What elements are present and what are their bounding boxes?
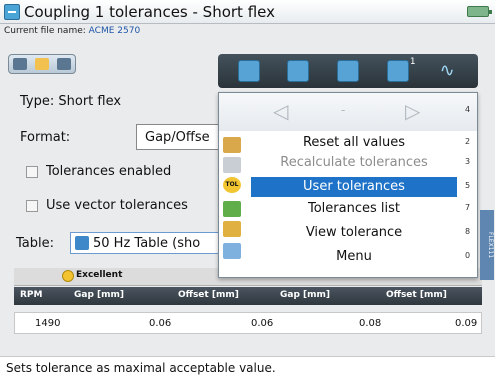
table-row[interactable]: 1490 0.06 0.06 0.08 0.09	[14, 312, 482, 334]
results-superscript: 1	[409, 57, 416, 67]
icon-toolbar[interactable]: 1 ∿	[218, 54, 478, 88]
tol-badge-icon: TOL	[223, 177, 241, 193]
view-icon-1[interactable]	[13, 58, 27, 70]
key-menu: 0	[465, 251, 471, 260]
battery-icon	[467, 6, 492, 17]
table-header: RPM Gap [mm] Offset [mm] Gap [mm] Offset…	[14, 287, 482, 305]
nav-key: 4	[465, 105, 471, 114]
key-list: 7	[465, 203, 471, 212]
col-header-offset-2: Offset [mm]	[386, 290, 447, 300]
menu-menu[interactable]: Menu	[251, 247, 457, 267]
key-user: 5	[465, 181, 471, 190]
menu-icon	[223, 243, 241, 259]
format-label: Format:	[20, 130, 71, 145]
table-select[interactable]: 50 Hz Table (sho	[70, 232, 220, 254]
context-menu[interactable]: ◁ - ▷ 4 Reset all values 2 Recalculate t…	[218, 92, 478, 278]
settings-icon[interactable]	[287, 60, 310, 82]
cell-rpm: 1490	[35, 318, 61, 329]
table-icon	[75, 236, 89, 250]
col-header-gap-1: Gap [mm]	[74, 290, 125, 300]
nav-right-icon[interactable]: ▷	[405, 99, 420, 123]
menu-user-tolerances[interactable]: User tolerances	[251, 177, 457, 197]
title-bar: Coupling 1 tolerances - Short flex	[0, 0, 495, 24]
reset-icon	[223, 137, 241, 153]
view-tolerance-icon	[223, 221, 241, 237]
col-header-offset-1: Offset [mm]	[178, 290, 239, 300]
results-icon[interactable]: 1	[386, 57, 416, 82]
menu-view-tolerance[interactable]: View tolerance	[251, 223, 457, 243]
nav-dash: -	[341, 103, 346, 117]
coupling-app-icon	[4, 3, 20, 20]
current-file: Current file name: ACME 2570	[4, 26, 140, 36]
menu-recalculate[interactable]: Recalculate tolerances	[251, 153, 457, 173]
status-bar: Sets tolerance as maximal acceptable val…	[0, 356, 495, 379]
cell-offset-2: 0.09	[455, 318, 478, 329]
nav-left-icon[interactable]: ◁	[273, 99, 288, 123]
smiley-icon	[62, 270, 74, 282]
cell-gap-2: 0.08	[359, 318, 382, 329]
tolerance-table: Excellent RPM Gap [mm] Offset [mm] Gap […	[14, 268, 482, 340]
view-icon-3[interactable]	[57, 58, 71, 70]
view-toolbar[interactable]	[8, 54, 76, 74]
cell-gap-1: 0.06	[149, 318, 172, 329]
window-title: Coupling 1 tolerances - Short flex	[24, 2, 275, 21]
calculator-icon	[223, 157, 241, 173]
list-icon	[223, 201, 241, 217]
tolerances-enabled-label: Tolerances enabled	[46, 164, 172, 179]
table-value: 50 Hz Table (sho	[93, 236, 201, 251]
menu-tolerances-list[interactable]: Tolerances list	[251, 199, 457, 219]
table-label: Table:	[16, 236, 54, 251]
side-tab[interactable]: FLEX111	[480, 210, 494, 280]
wave-icon[interactable]: ∿	[436, 60, 458, 82]
tolerances-enabled-checkbox[interactable]	[26, 166, 38, 178]
view-icon-2[interactable]	[35, 58, 49, 70]
use-vector-checkbox[interactable]	[26, 200, 38, 212]
file-label: Current file name:	[4, 26, 86, 36]
col-header-rpm: RPM	[20, 290, 43, 300]
menu-nav: ◁ - ▷ 4	[219, 93, 477, 131]
coupling-view-icon[interactable]	[237, 60, 260, 82]
format-select[interactable]: Gap/Offse	[136, 124, 226, 150]
key-recalc: 3	[465, 157, 471, 166]
menu-reset-all[interactable]: Reset all values	[251, 133, 457, 153]
key-view: 8	[465, 227, 471, 236]
cell-offset-1: 0.06	[251, 318, 274, 329]
align-icon[interactable]	[336, 60, 359, 82]
key-reset: 2	[465, 137, 471, 146]
excellent-label: Excellent	[76, 270, 123, 280]
file-name: ACME 2570	[88, 26, 141, 36]
type-line: Type: Short flex	[20, 94, 122, 109]
use-vector-label: Use vector tolerances	[46, 198, 188, 213]
col-header-gap-2: Gap [mm]	[280, 290, 331, 300]
